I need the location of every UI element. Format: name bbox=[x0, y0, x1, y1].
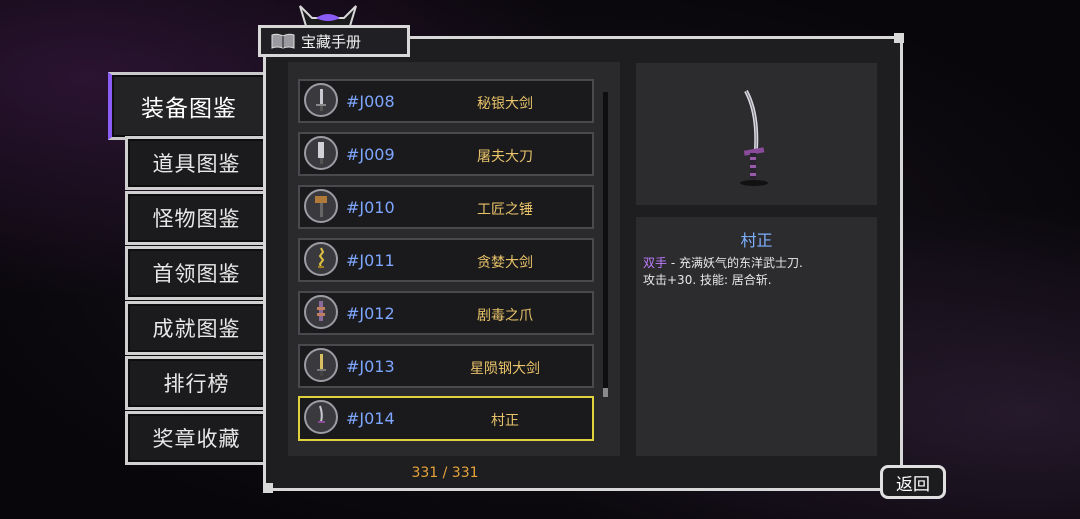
tab-equipment-codex[interactable]: 装备图鉴 bbox=[108, 72, 266, 140]
item-name: 秘银大剑 bbox=[477, 96, 533, 112]
list-item[interactable]: #J013 星陨钢大剑 bbox=[298, 344, 594, 388]
two-handed-tag: 双手 bbox=[643, 256, 668, 270]
scrollbar-thumb[interactable] bbox=[603, 388, 608, 397]
meteor-sword-icon bbox=[304, 348, 338, 382]
tab-monster-codex[interactable]: 怪物图鉴 bbox=[125, 191, 265, 245]
item-code: #J010 bbox=[346, 198, 395, 217]
tab-label: 道具图鉴 bbox=[152, 152, 241, 176]
list-item[interactable]: #J008 秘银大剑 bbox=[298, 79, 594, 123]
item-flavor-text: - 充满妖气的东洋武士刀. bbox=[667, 256, 803, 270]
item-name: 贪婪大剑 bbox=[477, 255, 533, 271]
item-code: #J009 bbox=[346, 145, 395, 164]
tab-leaderboard[interactable]: 排行榜 bbox=[125, 356, 265, 410]
list-item[interactable]: #J009 屠夫大刀 bbox=[298, 132, 594, 176]
item-preview bbox=[636, 63, 877, 205]
tab-boss-codex[interactable]: 首领图鉴 bbox=[125, 246, 265, 300]
tab-item-codex[interactable]: 道具图鉴 bbox=[125, 136, 265, 190]
list-item[interactable]: #J010 工匠之锤 bbox=[298, 185, 594, 229]
item-name: 星陨钢大剑 bbox=[470, 361, 540, 377]
item-description-panel bbox=[636, 217, 877, 456]
back-button[interactable]: 返回 bbox=[880, 465, 946, 499]
item-code: #J012 bbox=[346, 304, 395, 323]
list-item-selected[interactable]: #J014 村正 bbox=[298, 396, 594, 441]
codex-header: 宝藏手册 bbox=[258, 25, 410, 57]
panel-corner-rivet bbox=[894, 33, 904, 43]
item-title: 村正 bbox=[740, 231, 773, 250]
item-name: 工匠之锤 bbox=[477, 202, 533, 218]
list-item[interactable]: #J012 剧毒之爪 bbox=[298, 291, 594, 335]
page-title: 宝藏手册 bbox=[301, 32, 362, 51]
muramasa-katana-image bbox=[740, 90, 768, 186]
item-name: 屠夫大刀 bbox=[477, 149, 533, 165]
item-stats-text: 攻击+30. 技能: 居合斩. bbox=[643, 273, 772, 287]
tab-label: 成就图鉴 bbox=[152, 317, 241, 341]
golden-sword-icon bbox=[304, 242, 338, 276]
panel-corner-rivet bbox=[263, 483, 273, 493]
tab-label: 怪物图鉴 bbox=[152, 207, 241, 231]
tab-label: 排行榜 bbox=[163, 372, 230, 396]
tab-label: 首领图鉴 bbox=[152, 262, 241, 286]
back-button-label: 返回 bbox=[896, 474, 930, 495]
list-item[interactable]: #J011 贪婪大剑 bbox=[298, 238, 594, 282]
item-code: #J008 bbox=[346, 92, 395, 111]
list-scrollbar[interactable] bbox=[603, 92, 608, 397]
tab-achievement-codex[interactable]: 成就图鉴 bbox=[125, 301, 265, 355]
katana-icon bbox=[304, 400, 338, 434]
item-name: 村正 bbox=[491, 413, 519, 429]
item-code: #J011 bbox=[346, 251, 395, 270]
item-name: 剧毒之爪 bbox=[477, 308, 533, 324]
tab-medal-collection[interactable]: 奖章收藏 bbox=[125, 411, 265, 465]
tab-label: 装备图鉴 bbox=[141, 96, 237, 122]
item-code: #J013 bbox=[346, 357, 395, 376]
item-description-line: 双手 - 充满妖气的东洋武士刀. bbox=[643, 254, 803, 271]
collection-counter: 331 / 331 bbox=[411, 465, 479, 481]
item-code: #J014 bbox=[346, 409, 395, 428]
cleaver-icon bbox=[304, 136, 338, 170]
book-icon bbox=[271, 33, 295, 49]
tab-label: 奖章收藏 bbox=[152, 427, 241, 451]
claw-icon bbox=[304, 295, 338, 329]
greatsword-icon bbox=[304, 83, 338, 117]
hammer-icon bbox=[304, 189, 338, 223]
